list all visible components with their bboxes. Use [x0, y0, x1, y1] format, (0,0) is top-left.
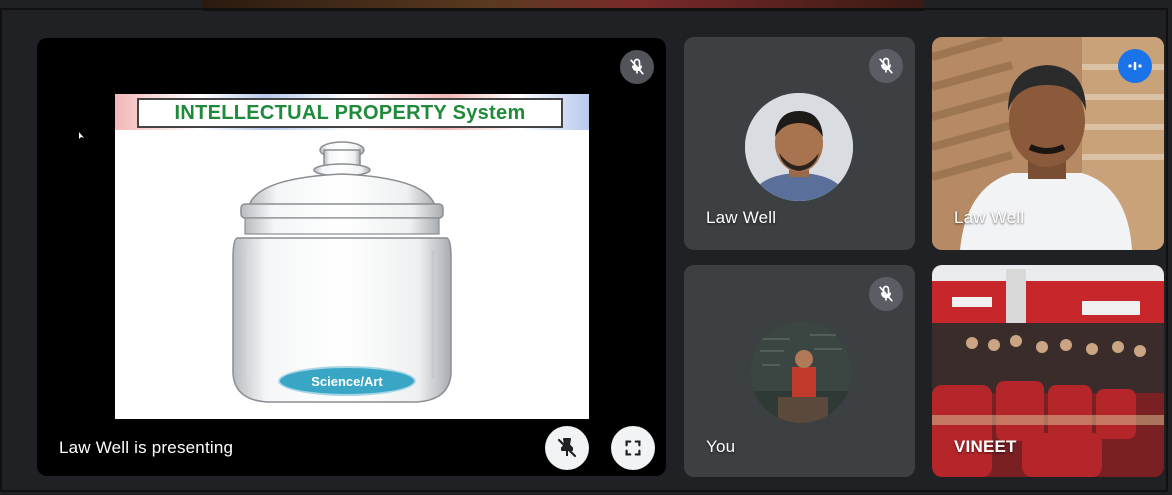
participant-name: Law Well	[954, 208, 1025, 227]
avatar	[745, 93, 853, 201]
pin-off-icon	[557, 438, 577, 458]
participant-tile-law-well-avatar[interactable]: Law Well	[684, 37, 915, 250]
participant-name: VINEET	[954, 437, 1017, 456]
shared-slide: INTELLECTUAL PROPERTY System Science/Art	[115, 94, 589, 419]
meeting-window: INTELLECTUAL PROPERTY System Science/Art…	[0, 0, 1172, 495]
fullscreen-icon	[625, 440, 641, 456]
slide-title: INTELLECTUAL PROPERTY System	[174, 101, 526, 124]
avatar	[750, 321, 852, 423]
unpin-button[interactable]	[545, 426, 589, 470]
mic-off-icon	[620, 50, 654, 84]
mouse-cursor-icon	[79, 132, 84, 139]
fullscreen-button[interactable]	[611, 426, 655, 470]
mic-off-icon	[869, 277, 903, 311]
presentation-tile[interactable]: INTELLECTUAL PROPERTY System Science/Art…	[37, 38, 666, 476]
mic-off-icon	[869, 49, 903, 83]
jar-label-pill: Science/Art	[278, 366, 416, 396]
participant-tile-you[interactable]: You	[684, 265, 915, 477]
participant-name: Law Well	[706, 208, 777, 227]
participant-tile-law-well-video[interactable]: Law Well	[932, 37, 1164, 250]
speaking-indicator-icon	[1118, 49, 1152, 83]
participant-tile-vineet[interactable]: VINEET	[932, 265, 1164, 477]
slide-title-box: INTELLECTUAL PROPERTY System	[137, 98, 563, 128]
participant-name: You	[706, 437, 736, 456]
presenter-label: Law Well is presenting	[59, 438, 234, 457]
jar-label-text: Science/Art	[311, 373, 383, 389]
